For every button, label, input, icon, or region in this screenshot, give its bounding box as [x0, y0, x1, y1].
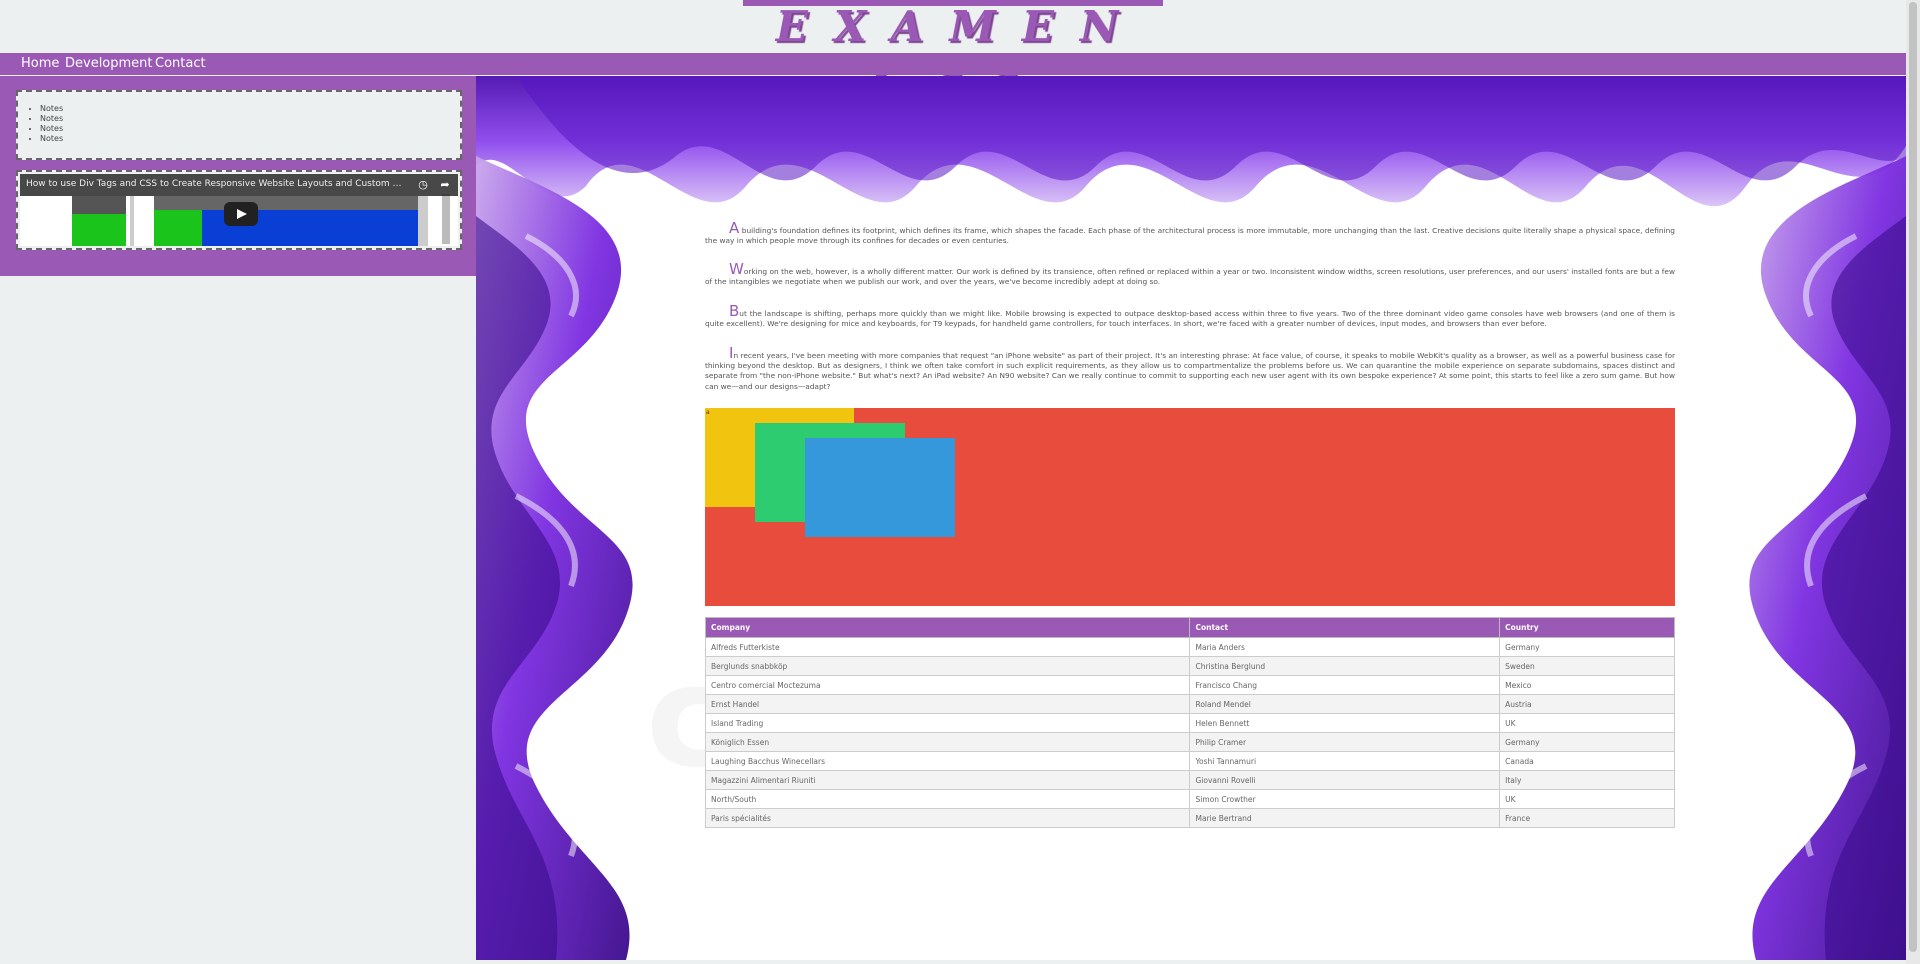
table-cell: Italy: [1499, 770, 1675, 790]
table-cell: Germany: [1499, 732, 1675, 752]
table-cell: Mexico: [1499, 675, 1675, 695]
table-cell: UK: [1499, 713, 1675, 733]
paragraph-text: ut the landscape is shifting, perhaps mo…: [705, 309, 1675, 329]
table-cell: Christina Berglund: [1189, 656, 1501, 676]
nav-contact-link[interactable]: Contact: [155, 55, 206, 73]
table-cell: Sweden: [1499, 656, 1675, 676]
notes-list-item: Notes: [40, 134, 460, 144]
sidebar: Notes Notes Notes Notes How to use Div T…: [0, 76, 476, 276]
table-cell: Austria: [1499, 694, 1675, 714]
table-cell: Centro comercial Moctezuma: [704, 675, 1191, 695]
video-thumbnail-block: [154, 196, 418, 210]
table-cell: Francisco Chang: [1189, 675, 1501, 695]
table-row: Alfreds Futterkiste Maria Anders Germany: [704, 637, 1675, 657]
notes-list-item: Notes: [40, 124, 460, 134]
table-row: Centro comercial Moctezuma Francisco Chan…: [704, 675, 1675, 695]
table-row: Berglunds snabbköp Christina Berglund Swed…: [704, 656, 1675, 676]
page-title: EXAMEN CSS: [775, 2, 1145, 96]
table-cell: Berglunds snabbköp: [704, 656, 1191, 676]
table-cell: Königlich Essen: [704, 732, 1191, 752]
demo-label: a: [706, 409, 710, 416]
positioning-demo-area: a: [705, 408, 1675, 606]
main-nav: Home Development Contact: [0, 53, 1906, 75]
customers-table: Company Contact Country Alfreds Futterki…: [704, 617, 1675, 828]
paragraph-text: orking on the web, however, is a wholly …: [705, 267, 1675, 287]
table-header-row: Company Contact Country: [704, 617, 1675, 638]
table-cell: Ernst Handel: [704, 694, 1191, 714]
page-header: EXAMEN CSS: [0, 0, 1920, 96]
table-row: Magazzini Alimentari Riuniti Giovanni Rov…: [704, 770, 1675, 790]
table-row: Island Trading Helen Bennett UK: [704, 713, 1675, 733]
table-cell: Philip Cramer: [1189, 732, 1501, 752]
play-button[interactable]: [224, 202, 258, 226]
video-thumbnail-block: [72, 214, 126, 246]
watch-later-icon[interactable]: ◷: [416, 178, 430, 192]
table-cell: France: [1499, 808, 1675, 828]
table-cell: Maria Anders: [1189, 637, 1501, 657]
table-cell: Paris spécialités: [704, 808, 1191, 828]
video-title-bar: How to use Div Tags and CSS to Create Re…: [20, 174, 458, 196]
table-cell: Helen Bennett: [1189, 713, 1501, 733]
table-body: Alfreds Futterkiste Maria Anders Germany Be…: [704, 637, 1675, 828]
paragraph-text: n recent years, I've been meeting with m…: [705, 351, 1675, 391]
article-paragraph: A building's foundation defines its foot…: [705, 221, 1675, 246]
video-thumbnail-block: [72, 196, 126, 214]
notes-list-item: Notes: [40, 114, 460, 124]
table-cell: North/South: [704, 789, 1191, 809]
table-cell: Germany: [1499, 637, 1675, 657]
notes-list: Notes Notes Notes Notes: [28, 104, 460, 144]
table-row: Königlich Essen Philip Cramer Germany: [704, 732, 1675, 752]
table-cell: UK: [1499, 789, 1675, 809]
nav-development-link[interactable]: Development: [65, 55, 153, 73]
table-cell: Alfreds Futterkiste: [704, 637, 1191, 657]
notes-list-item: Notes: [40, 104, 460, 114]
youtube-video-embed[interactable]: How to use Div Tags and CSS to Create Re…: [20, 174, 458, 246]
table-cell: Marie Bertrand: [1189, 808, 1501, 828]
table-row: Laughing Bacchus Winecellars Yoshi Tannam…: [704, 751, 1675, 771]
table-row: Ernst Handel Roland Mendel Austria: [704, 694, 1675, 714]
table-cell: Magazzini Alimentari Riuniti: [704, 770, 1191, 790]
page-scrollbar[interactable]: [1906, 0, 1920, 964]
column-header-contact: Contact: [1189, 617, 1501, 638]
video-title[interactable]: How to use Div Tags and CSS to Create Re…: [26, 179, 406, 189]
blue-box: [805, 438, 955, 537]
table-row: North/South Simon Crowther UK: [704, 789, 1675, 809]
paragraph-text: building's foundation defines its footpr…: [705, 226, 1675, 246]
video-thumbnail-block: [154, 210, 202, 246]
table-row: Paris spécialités Marie Bertrand France: [704, 808, 1675, 828]
share-icon[interactable]: ➦: [438, 178, 452, 192]
table-cell: Island Trading: [704, 713, 1191, 733]
table-cell: Simon Crowther: [1189, 789, 1501, 809]
article-paragraph: In recent years, I've been meeting with …: [705, 346, 1675, 392]
main-content: colourbox A building's foundation define…: [476, 76, 1906, 960]
video-box: How to use Div Tags and CSS to Create Re…: [16, 170, 462, 250]
article-paragraph: But the landscape is shifting, perhaps m…: [705, 304, 1675, 329]
video-thumbnail-block: [442, 194, 450, 244]
table-cell: Roland Mendel: [1189, 694, 1501, 714]
drop-cap: B: [729, 302, 740, 320]
video-thumbnail-block: [418, 196, 428, 246]
nav-home-link[interactable]: Home: [21, 55, 59, 73]
column-header-company: Company: [704, 617, 1191, 638]
table-cell: Laughing Bacchus Winecellars: [704, 751, 1191, 771]
table-cell: Canada: [1499, 751, 1675, 771]
video-thumbnail-block: [130, 196, 134, 246]
notes-box: Notes Notes Notes Notes: [16, 90, 462, 160]
scrollbar-thumb[interactable]: [1909, 2, 1917, 952]
sidebar-empty-area: [0, 276, 476, 964]
drop-cap: W: [729, 260, 744, 278]
table-cell: Giovanni Rovelli: [1189, 770, 1501, 790]
drop-cap: A: [729, 219, 740, 237]
column-header-country: Country: [1499, 617, 1675, 638]
table-cell: Yoshi Tannamuri: [1189, 751, 1501, 771]
article-paragraph: Working on the web, however, is a wholly…: [705, 262, 1675, 287]
